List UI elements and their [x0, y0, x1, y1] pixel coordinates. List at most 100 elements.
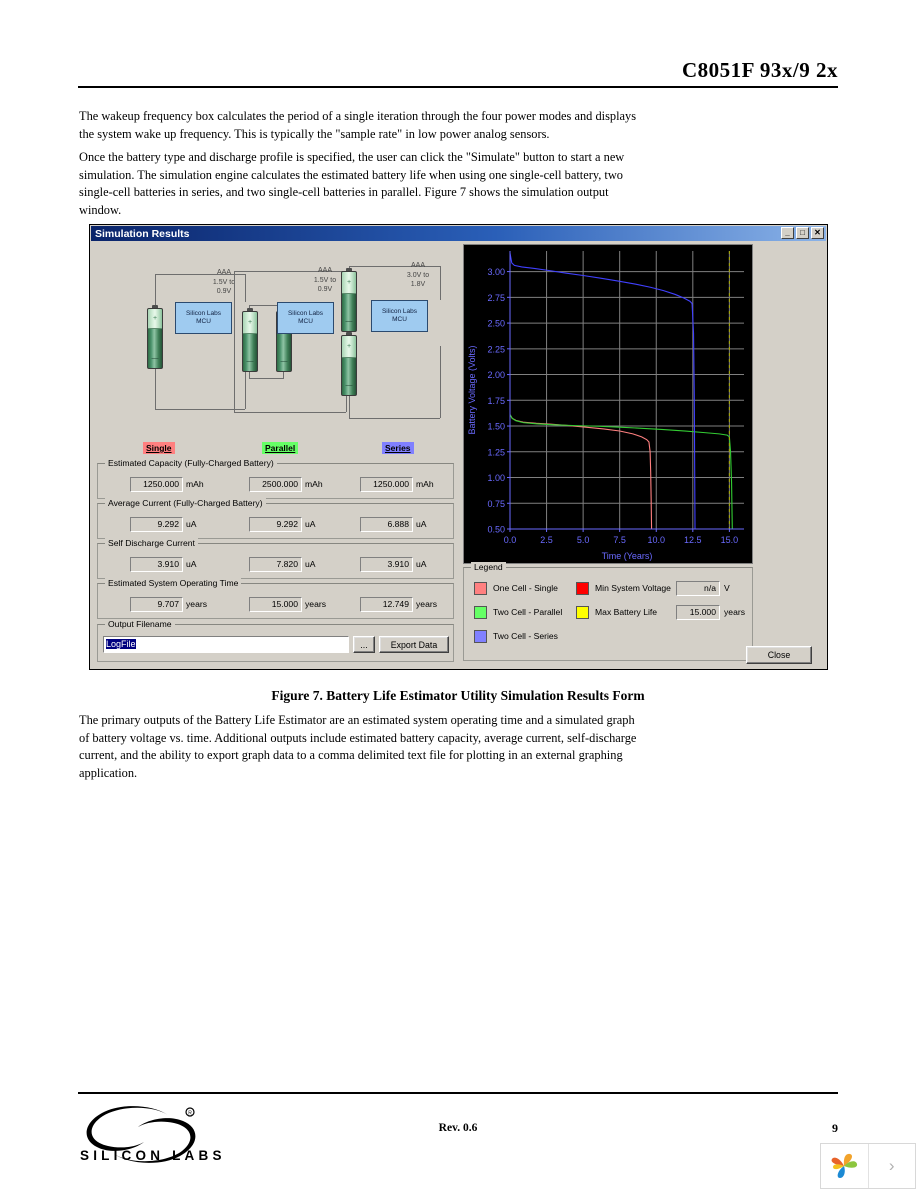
mcu-block-series: Silicon Labs MCU	[371, 300, 428, 332]
svg-text:2.25: 2.25	[487, 344, 505, 354]
battery-circuit-diagram: + — AAA 1.5V to 0.9V Silicon Labs MCU + …	[97, 244, 458, 440]
selfdisch-series-value[interactable]: 3.910	[360, 557, 413, 572]
svg-text:2.5: 2.5	[540, 535, 553, 545]
chevron-right-icon: ›	[888, 1156, 895, 1175]
footer-divider	[78, 1092, 838, 1094]
battery-body: + —	[242, 311, 258, 372]
mcu-line-1: Silicon Labs	[185, 310, 222, 317]
battery-plus-label: +	[152, 315, 158, 322]
selfdisch-single-unit: uA	[186, 559, 197, 569]
battery-plus-label: +	[346, 343, 352, 350]
output-filename-value: LogFile	[106, 639, 136, 649]
browse-button[interactable]: ...	[353, 636, 375, 653]
battery-body: + —	[341, 335, 357, 396]
svg-text:Battery Voltage (Volts): Battery Voltage (Volts)	[467, 345, 477, 434]
page-nav-widget[interactable]: ›	[820, 1143, 916, 1189]
battery-minus-label: —	[151, 355, 159, 362]
chart-canvas: 0.50 0.75 1.00 1.25 1.50 1.75 2.00 2.25 2.50 2.75…	[464, 245, 752, 563]
svg-text:1.00: 1.00	[487, 473, 505, 483]
export-data-button[interactable]: Export Data	[379, 636, 449, 653]
svg-text:2.50: 2.50	[487, 319, 505, 329]
window-title: Simulation Results	[95, 227, 190, 240]
optime-series-value[interactable]: 12.749	[360, 597, 413, 612]
avgcurrent-parallel-unit: uA	[305, 519, 316, 529]
mode-label-parallel: Parallel	[262, 442, 299, 454]
capacity-parallel-value[interactable]: 2500.000	[249, 477, 302, 492]
footer-revision: Rev. 0.6	[438, 1122, 478, 1134]
selfdisch-series-unit: uA	[416, 559, 427, 569]
battery-body: + —	[147, 308, 163, 369]
mode-label-row: Single Parallel Series	[97, 442, 458, 458]
legend-swatch-one-cell-single	[474, 582, 487, 595]
mcu-line-2: MCU	[392, 316, 407, 323]
legend-title: Legend	[471, 562, 506, 572]
next-page-button[interactable]: ›	[867, 1144, 916, 1188]
selfdisch-single-value[interactable]: 3.910	[130, 557, 183, 572]
minimize-icon[interactable]: _	[781, 227, 794, 239]
svg-text:15.0: 15.0	[721, 535, 739, 545]
battery-minus-label: —	[246, 358, 254, 365]
wire-ser-bottom	[349, 418, 440, 419]
wire-single-left-dn	[155, 369, 156, 409]
battery-plus-label: +	[346, 279, 352, 286]
avgcurrent-parallel-value[interactable]: 9.292	[249, 517, 302, 532]
mcu-line-2: MCU	[196, 318, 211, 325]
group-title: Self Discharge Current	[105, 538, 198, 548]
svg-text:1.25: 1.25	[487, 447, 505, 457]
avgcurrent-single-value[interactable]: 9.292	[130, 517, 183, 532]
battery-spec-series: AAA 3.0V to 1.8V	[406, 262, 430, 288]
optime-parallel-value[interactable]: 15.000	[249, 597, 302, 612]
window-body: + — AAA 1.5V to 0.9V Silicon Labs MCU + …	[91, 241, 826, 668]
selfdisch-parallel-value[interactable]: 7.820	[249, 557, 302, 572]
capacity-single-value[interactable]: 1250.000	[130, 477, 183, 492]
wire-ser-left-dn	[349, 394, 350, 418]
legend-label-max-battery-life: Max Battery Life	[595, 607, 658, 617]
legend-swatch-two-cell-series	[474, 630, 487, 643]
battery-series-1: + —	[341, 268, 357, 332]
battery-spec-single: AAA 1.5V to 0.9V	[212, 269, 236, 295]
output-filename-input[interactable]: LogFile	[103, 636, 349, 653]
capacity-series-value[interactable]: 1250.000	[360, 477, 413, 492]
mcu-line-2: MCU	[298, 318, 313, 325]
maximize-icon[interactable]: □	[796, 227, 809, 239]
svg-text:2.75: 2.75	[487, 293, 505, 303]
battery-single: + —	[147, 305, 163, 369]
avgcurrent-series-value[interactable]: 6.888	[360, 517, 413, 532]
legend-label-two-cell-series: Two Cell - Series	[493, 631, 558, 641]
max-battery-life-value[interactable]: 15.000	[676, 605, 720, 620]
paragraph-1: The wakeup frequency box calculates the …	[79, 109, 637, 141]
page-root: C8051F 93x/9 2x The wakeup frequency box…	[0, 0, 918, 1189]
close-icon[interactable]: ✕	[811, 227, 824, 239]
legend-label-one-cell-single: One Cell - Single	[493, 583, 558, 593]
wire-ser-right-dn	[440, 346, 441, 418]
close-button[interactable]: Close	[746, 646, 812, 664]
battery-parallel-1: + —	[242, 308, 258, 372]
battery-minus-label: —	[345, 382, 353, 389]
silicon-labs-wordmark: SILICON LABS	[80, 1148, 226, 1163]
mcu-block-single: Silicon Labs MCU	[175, 302, 232, 334]
capacity-series-unit: mAh	[416, 479, 434, 489]
group-output-filename: Output Filename LogFile ... Export Data	[97, 619, 454, 662]
footer-page-number: 9	[832, 1121, 838, 1135]
avgcurrent-series-unit: uA	[416, 519, 427, 529]
svg-text:2.00: 2.00	[487, 370, 505, 380]
legend-label-min-system-voltage: Min System Voltage	[595, 583, 671, 593]
brand-flower-icon	[821, 1144, 868, 1188]
paragraph-2: Once the battery type and discharge prof…	[79, 150, 625, 217]
group-average-current: Average Current (Fully-Charged Battery) …	[97, 498, 454, 539]
svg-text:1.50: 1.50	[487, 422, 505, 432]
battery-body: + —	[341, 271, 357, 332]
capacity-parallel-unit: mAh	[305, 479, 323, 489]
window-controls: _ □ ✕	[781, 227, 824, 239]
optime-single-value[interactable]: 9.707	[130, 597, 183, 612]
group-title: Output Filename	[105, 619, 175, 629]
wire-par-bottom	[234, 412, 346, 413]
min-system-voltage-unit: V	[724, 583, 730, 593]
selfdisch-parallel-unit: uA	[305, 559, 316, 569]
mcu-block-parallel: Silicon Labs MCU	[277, 302, 334, 334]
min-system-voltage-value[interactable]: n/a	[676, 581, 720, 596]
group-title: Average Current (Fully-Charged Battery)	[105, 498, 266, 508]
figure-caption: Figure 7. Battery Life Estimator Utility…	[271, 688, 645, 703]
capacity-single-unit: mAh	[186, 479, 204, 489]
optime-series-unit: years	[416, 599, 438, 609]
